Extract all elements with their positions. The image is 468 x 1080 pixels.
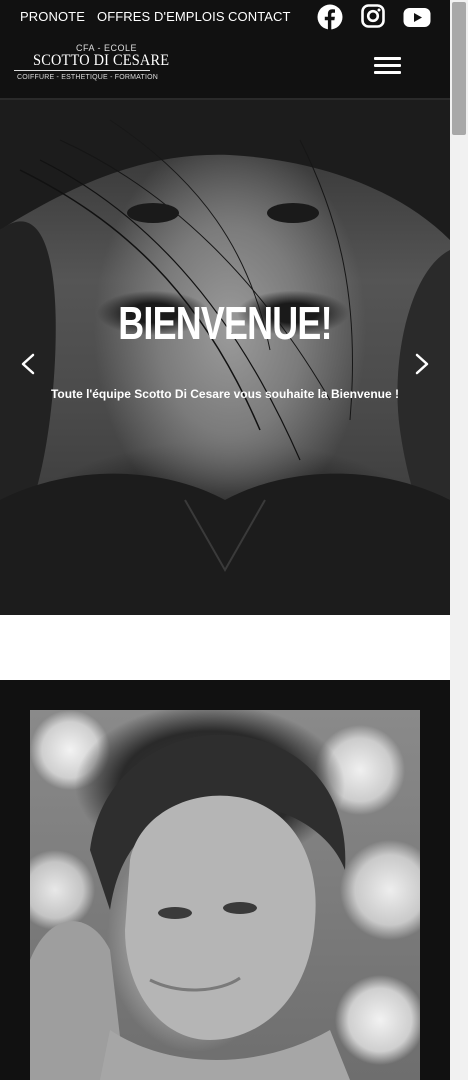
nav-link-offres-emplois[interactable]: OFFRES D'EMPLOIS [97, 9, 225, 24]
logo-tagline-bottom: COIFFURE - ESTHETIQUE - FORMATION [17, 74, 159, 81]
portrait-image [30, 710, 420, 1080]
scrollbar[interactable] [450, 0, 468, 1080]
logo-divider [14, 70, 150, 71]
site-header: PRONOTE OFFRES D'EMPLOIS CONTACT CFA - E… [0, 0, 450, 100]
youtube-icon[interactable] [403, 4, 431, 30]
chevron-left-icon[interactable] [19, 353, 37, 375]
hero-photo [0, 100, 450, 615]
instagram-icon[interactable] [361, 4, 385, 30]
chevron-right-icon[interactable] [413, 353, 431, 375]
facebook-icon[interactable] [317, 4, 343, 30]
site-logo[interactable]: CFA - ECOLE SCOTTO DI CESARE COIFFURE - … [14, 42, 169, 86]
nav-link-pronote[interactable]: PRONOTE [20, 9, 85, 24]
hero-subtitle: Toute l'équipe Scotto Di Cesare vous sou… [50, 387, 400, 401]
hero-slider: BIENVENUE! Toute l'équipe Scotto Di Cesa… [0, 100, 450, 615]
hamburger-icon[interactable] [374, 57, 401, 75]
scrollbar-thumb[interactable] [452, 2, 466, 135]
logo-name: SCOTTO DI CESARE [33, 52, 170, 69]
nav-link-contact[interactable]: CONTACT [228, 9, 291, 24]
hero-title: BIENVENUE! [118, 297, 332, 349]
